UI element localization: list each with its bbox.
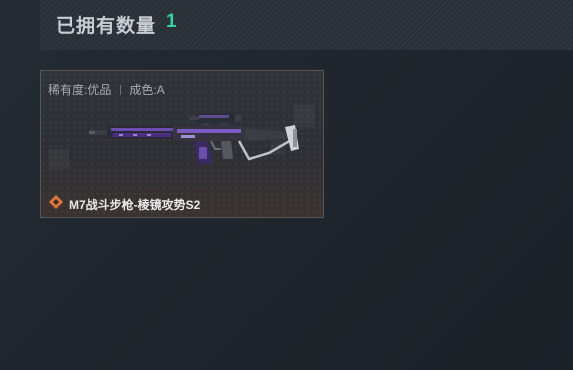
owned-count-header: 已拥有数量 1 — [40, 0, 573, 50]
item-card[interactable]: 稀有度:优品 成色:A M7战斗步枪-棱镜攻势S2 — [40, 70, 324, 218]
meta-divider — [120, 85, 122, 95]
owned-count-value: 1 — [166, 11, 177, 32]
condition-label: 成色:A — [129, 83, 165, 97]
diamond-rarity-icon — [49, 195, 63, 209]
rarity-label: 稀有度:优品 — [48, 83, 112, 97]
item-name: M7战斗步枪-棱镜攻势S2 — [69, 198, 201, 212]
card-deco-block — [49, 149, 69, 169]
item-meta: 稀有度:优品 成色:A — [48, 81, 165, 98]
weapon-image — [89, 113, 299, 165]
owned-count-title: 已拥有数量 — [56, 16, 157, 37]
